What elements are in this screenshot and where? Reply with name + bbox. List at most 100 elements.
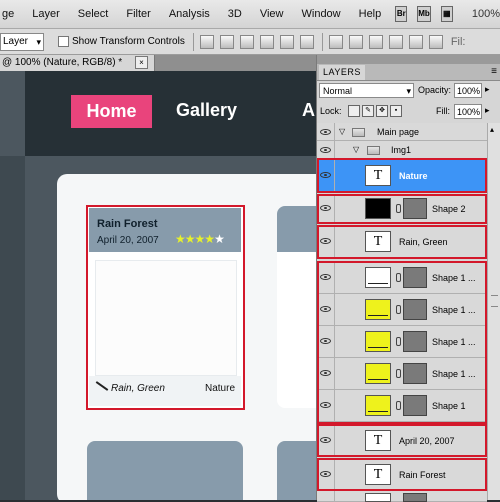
align-top-icon[interactable] <box>199 34 214 49</box>
layer-thumbnail <box>365 299 391 320</box>
link-icon[interactable] <box>396 401 401 410</box>
visibility-toggle[interactable] <box>317 326 335 357</box>
blend-mode-dropdown[interactable]: Normal <box>319 83 414 99</box>
document-tab[interactable]: @ 100% (Nature, RGB/8) * × <box>0 55 155 71</box>
vector-mask-thumbnail <box>403 198 427 219</box>
layer-name: Rain Forest <box>399 470 446 480</box>
rating-stars: ★★★★★ <box>175 232 225 246</box>
visibility-toggle[interactable] <box>317 141 335 158</box>
align-vcenter-icon[interactable] <box>219 34 234 49</box>
layer-name: Shape 1 ... <box>432 337 476 347</box>
link-icon[interactable] <box>396 204 401 213</box>
gallery-card[interactable]: Rain Forest April 20, 2007 ★★★★★ Rain, G… <box>87 206 243 408</box>
visibility-toggle[interactable] <box>317 123 335 140</box>
layer-row-shape-1b[interactable]: Shape 1 ... <box>317 294 487 326</box>
visibility-toggle[interactable] <box>317 390 335 421</box>
distribute-hcenter-icon[interactable] <box>408 34 423 49</box>
gallery-card-4[interactable] <box>277 441 316 500</box>
card-header: Rain Forest April 20, 2007 ★★★★★ <box>89 208 241 252</box>
menu-layer[interactable]: Layer <box>23 8 69 20</box>
menu-help[interactable]: Help <box>350 8 391 20</box>
visibility-toggle[interactable] <box>317 159 335 191</box>
eye-icon <box>320 274 331 280</box>
layer-row-rain-forest[interactable]: T Rain Forest <box>317 459 487 490</box>
zoom-level[interactable]: 100% <box>472 8 500 20</box>
visibility-toggle[interactable] <box>317 262 335 293</box>
layer-group-img1[interactable]: ▽ Img1 <box>317 141 487 159</box>
fill-field[interactable]: 100% <box>454 104 482 119</box>
align-hcenter-icon[interactable] <box>279 34 294 49</box>
layer-row-nature[interactable]: T Nature <box>317 159 487 192</box>
card-category: Nature <box>205 383 236 394</box>
chevron-down-icon[interactable]: ▽ <box>353 145 359 154</box>
close-icon[interactable]: × <box>134 56 148 69</box>
layer-row-shape-1d[interactable]: Shape 1 ... <box>317 358 487 390</box>
visibility-toggle[interactable] <box>317 294 335 325</box>
thumbnail-line <box>368 315 388 316</box>
panel-menu-icon[interactable]: ≡ <box>491 66 497 78</box>
layer-row-rain-green[interactable]: T Rain, Green <box>317 226 487 258</box>
chevron-right-icon[interactable]: ▸ <box>485 84 490 95</box>
scroll-grip[interactable] <box>491 295 498 307</box>
menu-view[interactable]: View <box>251 8 293 20</box>
nav-gallery-link[interactable]: Gallery <box>176 100 237 121</box>
link-icon[interactable] <box>396 369 401 378</box>
distribute-bottom-icon[interactable] <box>368 34 383 49</box>
link-icon[interactable] <box>396 305 401 314</box>
link-icon[interactable] <box>396 337 401 346</box>
show-transform-checkbox[interactable] <box>58 36 69 47</box>
align-bottom-icon[interactable] <box>239 34 254 49</box>
visibility-toggle[interactable] <box>317 459 335 489</box>
nav-home-button[interactable]: Home <box>71 95 152 128</box>
menu-analysis[interactable]: Analysis <box>160 8 219 20</box>
layers-tab[interactable]: LAYERS <box>319 65 365 80</box>
layer-row-shape-1e[interactable]: Shape 1 <box>317 390 487 422</box>
menu-bar: ge Layer Select Filter Analysis 3D View … <box>0 0 500 29</box>
chevron-down-icon[interactable]: ▽ <box>339 127 345 136</box>
link-icon[interactable] <box>396 273 401 282</box>
scroll-up-icon[interactable]: ▴ <box>490 125 494 134</box>
opacity-field[interactable]: 100% <box>454 83 482 98</box>
layer-row-shape-1a[interactable]: Shape 1 ... <box>317 262 487 294</box>
nav-partial-link[interactable]: A <box>302 100 315 121</box>
layer-row-partial[interactable] <box>317 490 487 502</box>
distribute-left-icon[interactable] <box>388 34 403 49</box>
arrange-documents-icon[interactable]: ▦ <box>440 6 453 22</box>
lock-all-icon[interactable]: ▪ <box>390 105 402 117</box>
layer-group-main-page[interactable]: ▽ Main page <box>317 123 487 141</box>
chevron-right-icon[interactable]: ▸ <box>485 105 490 116</box>
menu-select[interactable]: Select <box>69 8 118 20</box>
menu-3d[interactable]: 3D <box>219 8 251 20</box>
visibility-toggle[interactable] <box>317 490 335 501</box>
distribute-top-icon[interactable] <box>328 34 343 49</box>
visibility-toggle[interactable] <box>317 425 335 455</box>
layer-row-shape-1c[interactable]: Shape 1 ... <box>317 326 487 358</box>
layer-row-april-date[interactable]: T April 20, 2007 <box>317 425 487 456</box>
mini-bridge-icon[interactable]: Mb <box>417 6 431 22</box>
align-right-icon[interactable] <box>299 34 314 49</box>
menu-window[interactable]: Window <box>293 8 350 20</box>
card-image-placeholder <box>95 260 237 376</box>
layer-row-shape-2[interactable]: Shape 2 <box>317 195 487 223</box>
layers-scrollbar[interactable]: ▴ <box>487 123 500 500</box>
lock-transparent-icon[interactable] <box>348 105 360 117</box>
panel-dock-bar <box>317 55 500 64</box>
visibility-toggle[interactable] <box>317 358 335 389</box>
text-layer-icon: T <box>365 430 391 451</box>
document-canvas[interactable]: Home Gallery A Rain Forest April 20, 200… <box>0 71 316 500</box>
visibility-toggle[interactable] <box>317 195 335 222</box>
lock-brush-icon[interactable]: ✎ <box>362 105 374 117</box>
gallery-card-3[interactable] <box>87 441 243 500</box>
layer-name: Shape 2 <box>432 204 466 214</box>
distribute-right-icon[interactable] <box>428 34 443 49</box>
bridge-icon[interactable]: Br <box>395 6 408 22</box>
document-tab-strip: @ 100% (Nature, RGB/8) * × <box>0 55 316 71</box>
distribute-vcenter-icon[interactable] <box>348 34 363 49</box>
menu-filter[interactable]: Filter <box>117 8 159 20</box>
menu-image[interactable]: ge <box>0 8 23 20</box>
lock-move-icon[interactable]: ✥ <box>376 105 388 117</box>
auto-select-dropdown[interactable]: Layer <box>0 32 44 51</box>
align-left-icon[interactable] <box>259 34 274 49</box>
gallery-card-2[interactable] <box>277 206 316 408</box>
visibility-toggle[interactable] <box>317 226 335 257</box>
